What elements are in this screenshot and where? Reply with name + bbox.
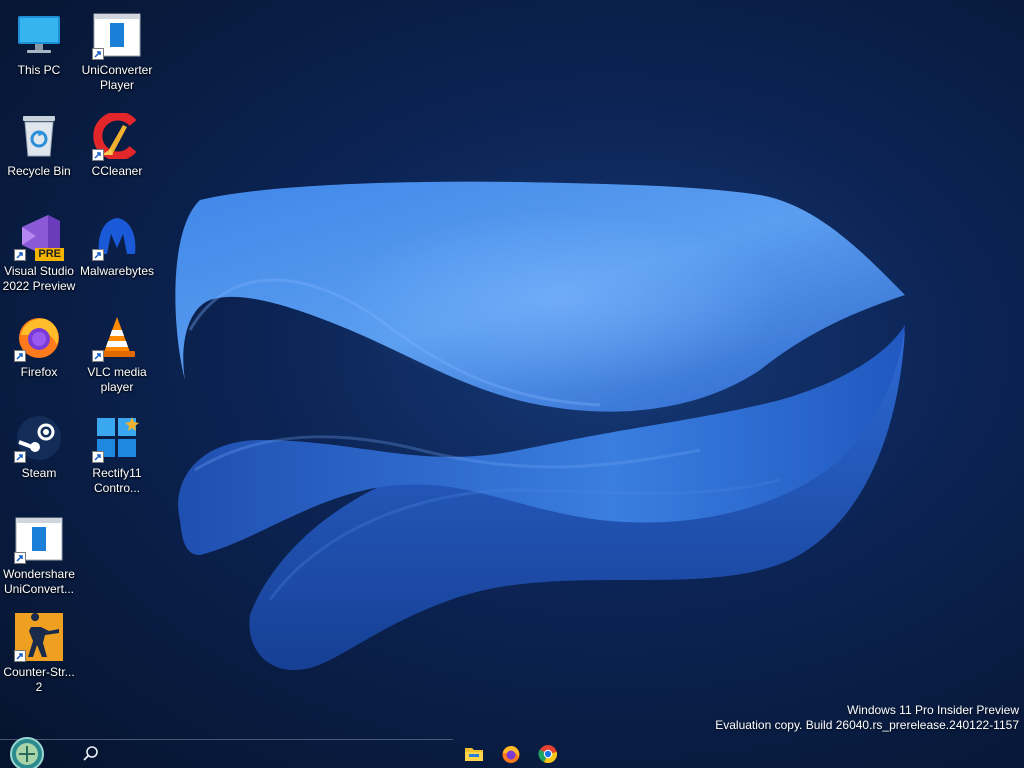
shortcut-arrow-icon — [14, 451, 26, 463]
ccleaner-icon — [92, 111, 142, 161]
desktop-icon-this-pc[interactable]: This PC — [0, 10, 78, 78]
shortcut-arrow-icon — [92, 249, 104, 261]
file-explorer-button[interactable] — [460, 740, 488, 768]
search-button[interactable] — [77, 740, 105, 768]
desktop-icon-label: This PC — [17, 63, 61, 77]
counter-strike-icon — [14, 612, 64, 662]
shortcut-arrow-icon — [92, 149, 104, 161]
desktop-icon-recycle-bin[interactable]: Recycle Bin — [0, 111, 78, 179]
firefox-taskbar-button[interactable] — [497, 740, 525, 768]
desktop-icon-visual-studio[interactable]: PRE Visual Studio 2022 Preview — [0, 211, 78, 294]
desktop-icon-label: Rectify11 Contro... — [92, 466, 142, 495]
pre-badge: PRE — [35, 248, 64, 261]
steam-icon — [14, 413, 64, 463]
desktop-icon-ccleaner[interactable]: CCleaner — [78, 111, 156, 179]
uniconverter-player-icon — [92, 10, 142, 60]
vlc-icon — [92, 312, 142, 362]
desktop-icon-label: Firefox — [20, 365, 58, 379]
desktop-icon-label: Visual Studio 2022 Preview — [2, 264, 76, 293]
shortcut-arrow-icon — [92, 48, 104, 60]
desktop-icon-label: UniConverter Player — [81, 63, 153, 92]
firefox-icon — [14, 312, 64, 362]
desktop-icon-label: Malwarebytes — [79, 264, 155, 278]
firefox-icon — [502, 746, 520, 763]
desktop-icon-vlc[interactable]: VLC media player — [78, 312, 156, 395]
desktop-icon-uniconverter-player[interactable]: UniConverter Player — [78, 10, 156, 93]
search-box-underline — [0, 739, 453, 740]
recycle-bin-icon — [14, 111, 64, 161]
desktop-icon-label: Wondershare UniConvert... — [3, 567, 75, 596]
start-orb-icon — [10, 737, 44, 768]
desktop-icon-malwarebytes[interactable]: Malwarebytes — [78, 211, 156, 279]
shortcut-arrow-icon — [92, 350, 104, 362]
watermark-edition: Windows 11 Pro Insider Preview — [847, 703, 1019, 717]
desktop-icon-label: VLC media player — [87, 365, 147, 394]
file-explorer-icon — [465, 748, 483, 761]
wondershare-uniconverter-icon — [14, 514, 64, 564]
desktop-icon-label: CCleaner — [91, 164, 143, 178]
desktop-icon-label: Recycle Bin — [7, 164, 71, 178]
watermark-build: Evaluation copy. Build 26040.rs_prerelea… — [715, 718, 1019, 732]
start-button[interactable] — [8, 736, 46, 768]
visual-studio-icon: PRE — [14, 211, 64, 261]
chrome-taskbar-button[interactable] — [534, 740, 562, 768]
desktop-icon-label: Counter-Str... 2 — [3, 665, 75, 694]
shortcut-arrow-icon — [14, 350, 26, 362]
windows-watermark: Windows 11 Pro Insider Preview Evaluatio… — [715, 703, 1019, 733]
search-icon — [83, 746, 98, 761]
shortcut-arrow-icon — [92, 451, 104, 463]
shortcut-arrow-icon — [14, 552, 26, 564]
desktop-icon-label: Steam — [21, 466, 57, 480]
desktop-icon-wondershare-uniconverter[interactable]: Wondershare UniConvert... — [0, 514, 78, 597]
desktop-icon-firefox[interactable]: Firefox — [0, 312, 78, 380]
rectify11-icon — [92, 413, 142, 463]
malwarebytes-icon — [92, 211, 142, 261]
shortcut-arrow-icon — [14, 249, 26, 261]
shortcut-arrow-icon — [14, 650, 26, 662]
desktop-icon-counter-strike[interactable]: Counter-Str... 2 — [0, 612, 78, 695]
desktop-icon-steam[interactable]: Steam — [0, 413, 78, 481]
desktop-icon-rectify11[interactable]: Rectify11 Contro... — [78, 413, 156, 496]
chrome-icon — [538, 745, 558, 764]
this-pc-icon — [14, 10, 64, 60]
